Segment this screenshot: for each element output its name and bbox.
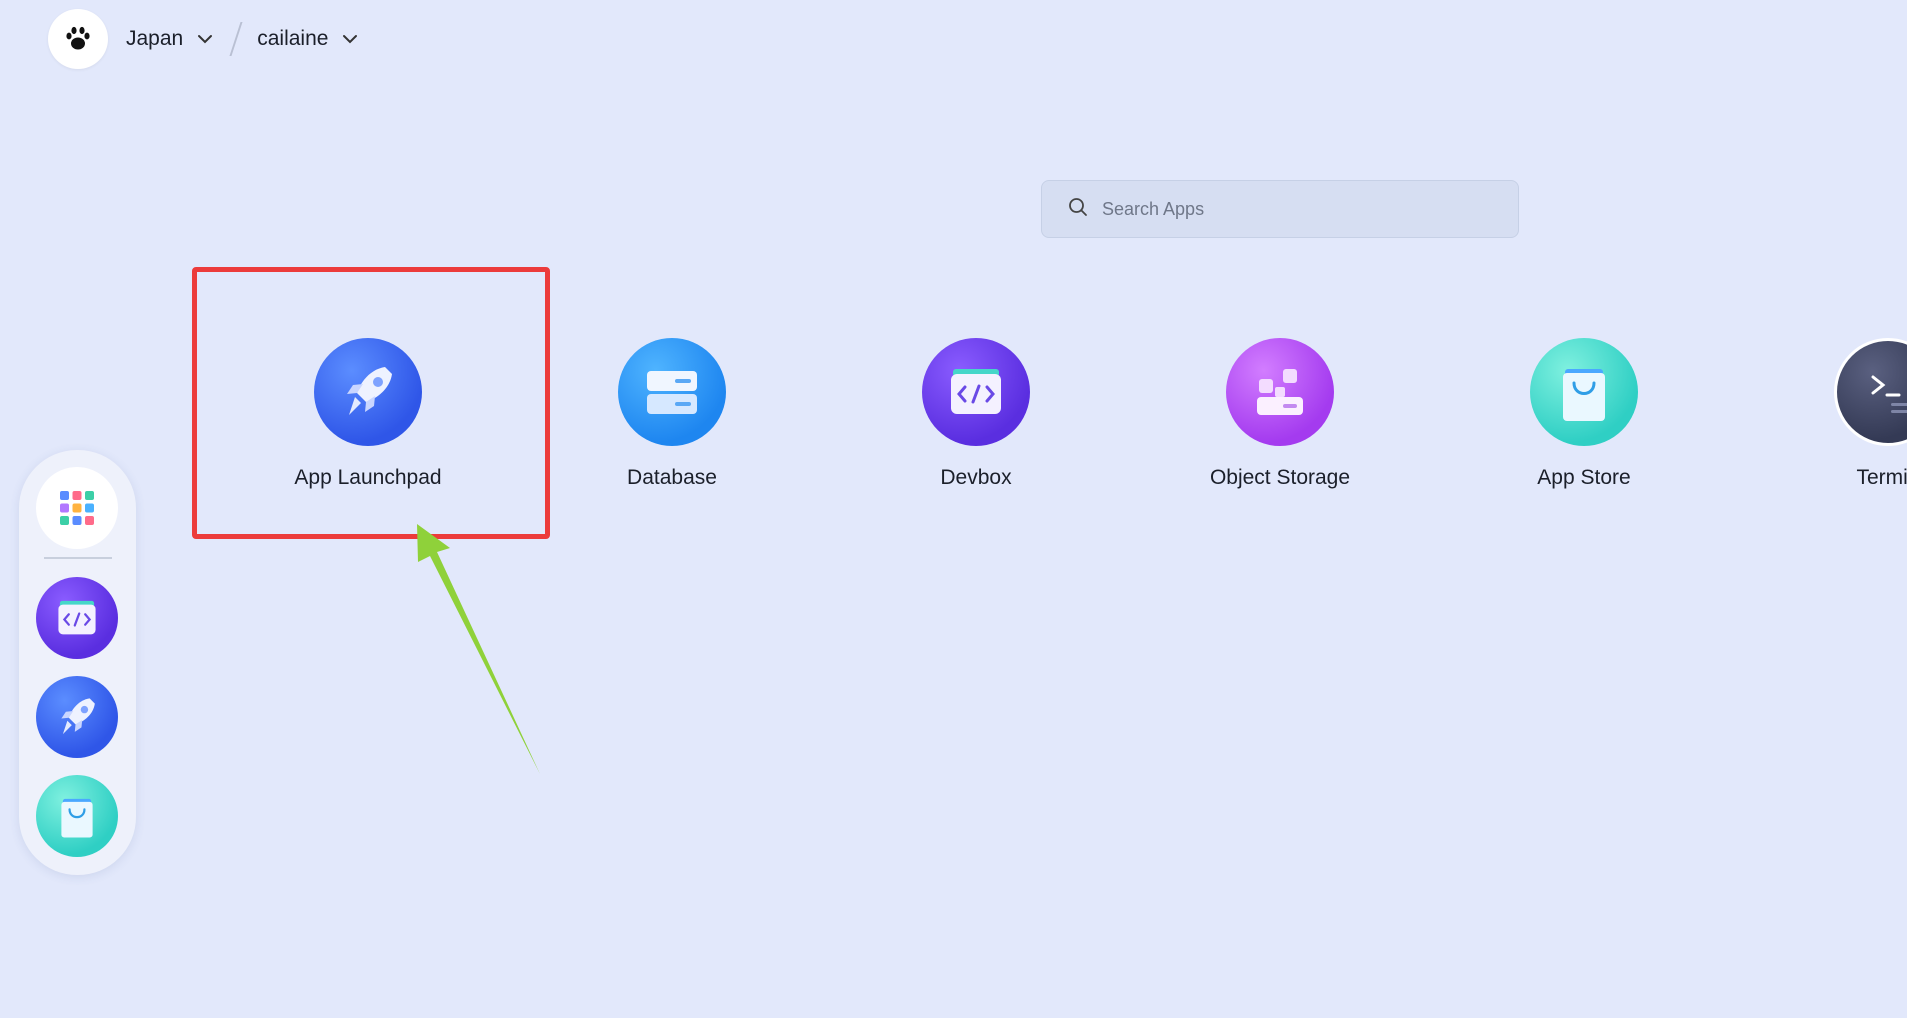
database-icon [618, 338, 726, 446]
app-database[interactable]: Database [552, 338, 792, 490]
chevron-down-icon [197, 34, 213, 44]
app-label: Database [627, 466, 717, 489]
app-devbox[interactable]: Devbox [856, 338, 1096, 490]
workspace-selector[interactable]: cailaine [257, 27, 358, 51]
region-selector[interactable]: Japan [126, 27, 213, 51]
dock [19, 450, 136, 875]
region-label: Japan [126, 27, 184, 50]
app-label: Devbox [940, 466, 1012, 489]
rocket-icon[interactable] [36, 676, 118, 758]
desktop: Japan cailaine Search Apps App Launchpad… [0, 0, 1907, 1018]
search-bar[interactable] [1041, 180, 1519, 238]
object-storage-icon [1226, 338, 1334, 446]
breadcrumb-separator [229, 22, 243, 56]
highlight-box [192, 267, 550, 539]
devbox-icon[interactable] [36, 577, 118, 659]
paw-logo-icon[interactable] [48, 9, 108, 69]
app-label: App Store [1537, 466, 1631, 489]
app-object-storage[interactable]: Object Storage [1160, 338, 1400, 490]
shopping-bag-icon[interactable] [36, 775, 118, 857]
top-bar: Japan cailaine [48, 9, 358, 69]
app-terminal[interactable]: Termin [1768, 338, 1907, 490]
shopping-bag-icon [1530, 338, 1638, 446]
workspace-label: cailaine [257, 27, 329, 50]
dock-divider [44, 557, 112, 559]
app-grid-icon[interactable] [36, 467, 118, 549]
search-input[interactable] [1100, 197, 1504, 221]
chevron-down-icon [342, 34, 358, 44]
app-label: Object Storage [1209, 466, 1351, 489]
terminal-icon [1834, 338, 1907, 446]
app-label: Termin [1856, 466, 1907, 489]
devbox-icon [922, 338, 1030, 446]
search-icon [1068, 197, 1088, 222]
app-store[interactable]: App Store [1464, 338, 1704, 490]
